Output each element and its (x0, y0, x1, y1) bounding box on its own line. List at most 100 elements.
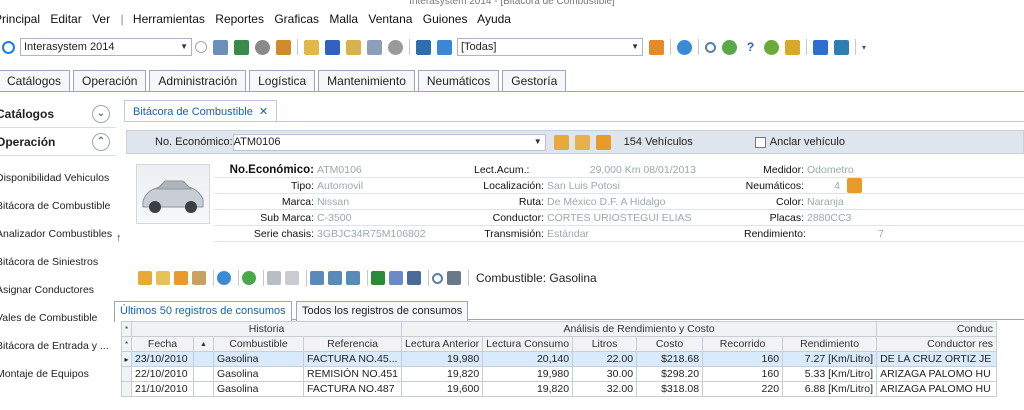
settings-icon[interactable] (388, 39, 403, 55)
cell-conductor[interactable]: ARIZAGA PALOMO HU (876, 366, 998, 382)
doc-tab-bitacora[interactable]: Bitácora de Combustible ✕ (124, 100, 278, 122)
delete-record-icon[interactable] (192, 271, 206, 285)
edit-record-icon[interactable] (156, 271, 170, 285)
menu-malla[interactable]: Malla (329, 12, 358, 26)
close-icon[interactable]: ✕ (259, 106, 268, 118)
col-combustible[interactable]: Combustible (213, 336, 304, 352)
flag-icon[interactable] (785, 39, 800, 55)
col-lectura-anterior[interactable]: Lectura Anterior (401, 336, 484, 352)
search-icon[interactable] (432, 272, 443, 284)
image-icon[interactable] (234, 39, 249, 55)
panel-icon[interactable] (416, 39, 431, 55)
refresh-icon[interactable] (242, 271, 256, 285)
calendar-icon[interactable] (325, 39, 340, 55)
menu-herramientas[interactable]: Herramientas (133, 12, 205, 26)
sort-up-icon[interactable]: ▲ (193, 336, 214, 352)
table-row[interactable]: 21/10/2010 Gasolina FACTURA NO.487 19,60… (121, 381, 998, 397)
sidebar-item-vales[interactable]: Vales de Combustible (0, 304, 116, 332)
col-fecha[interactable]: Fecha (131, 336, 194, 352)
globe-icon[interactable] (677, 39, 692, 55)
col-referencia[interactable]: Referencia (302, 336, 403, 352)
tab-gestoria[interactable]: Gestoría (502, 70, 567, 91)
menu-guiones[interactable]: Guiones (423, 12, 468, 26)
document-icon[interactable] (267, 271, 281, 285)
menu-reportes[interactable]: Reportes (215, 12, 264, 26)
cell-referencia[interactable]: FACTURA NO.487 (302, 381, 403, 397)
cell-lectura-consumo[interactable]: 19,980 (482, 366, 574, 382)
add-record-icon[interactable] (138, 271, 152, 285)
col-rendimiento[interactable]: Rendimiento (782, 336, 878, 352)
clock-icon[interactable] (2, 40, 15, 54)
users-icon[interactable] (276, 39, 291, 55)
tree-icon[interactable] (310, 271, 324, 285)
col-litros[interactable]: Litros (572, 336, 638, 352)
cell-litros[interactable]: 32.00 (572, 381, 638, 397)
note-icon[interactable] (304, 39, 319, 55)
sidebar-header-catalogos[interactable]: Catálogos ⌄ (0, 100, 116, 128)
print-icon[interactable] (447, 271, 461, 285)
home-icon[interactable] (649, 39, 664, 55)
globe-icon[interactable] (217, 271, 231, 285)
sidebar-item-montaje[interactable]: Montaje de Equipos (0, 360, 116, 388)
cell-rendimiento[interactable]: 5.33 [Km/Litro] (782, 366, 878, 382)
cell-fecha[interactable]: 23/10/2010 (131, 351, 194, 367)
cell-recorrido[interactable]: 160 (702, 351, 784, 367)
database-icon[interactable] (595, 134, 611, 150)
excel-icon[interactable] (371, 271, 385, 285)
bug-icon[interactable] (764, 39, 779, 55)
cell-recorrido[interactable]: 220 (702, 381, 784, 397)
cell-combustible[interactable]: Gasolina (213, 366, 304, 382)
database-icon[interactable] (174, 271, 188, 285)
cell-combustible[interactable]: Gasolina (213, 381, 304, 397)
cell-referencia[interactable]: FACTURA NO.45... (302, 351, 403, 367)
refresh-icon[interactable] (195, 41, 207, 53)
chat-icon[interactable] (813, 39, 828, 55)
cell-conductor[interactable]: DE LA CRUZ ORTIZ JE (876, 351, 998, 367)
cell-lectura-anterior[interactable]: 19,820 (401, 366, 484, 382)
menu-editar[interactable]: Editar (50, 12, 81, 26)
cell-rendimiento[interactable]: 7.27 [Km/Litro] (782, 351, 878, 367)
filter-select[interactable]: [Todas] ▼ (457, 38, 643, 56)
cell-litros[interactable]: 30.00 (572, 366, 638, 382)
cell-costo[interactable]: $218.68 (636, 351, 704, 367)
vehicle-select[interactable]: ATM0106 ▼ (232, 133, 546, 151)
tree-collapse-icon[interactable] (346, 271, 360, 285)
window-icon[interactable] (213, 39, 228, 55)
sidebar-item-siniestros[interactable]: Bitácora de Siniestros (0, 248, 116, 276)
cell-combustible[interactable]: Gasolina (213, 351, 304, 367)
cell-conductor[interactable]: ARIZAGA PALOMO HU (876, 381, 998, 397)
report-icon[interactable] (346, 39, 361, 55)
menu-graficas[interactable]: Graficas (274, 12, 319, 26)
cell-lectura-consumo[interactable]: 19,820 (482, 381, 574, 397)
cell-recorrido[interactable]: 160 (702, 366, 784, 382)
sidebar-item-bitacora-combustible[interactable]: Bitácora de Combustible (0, 192, 116, 220)
toolbar-overflow-icon[interactable]: ▾ (862, 43, 866, 52)
sidebar-item-disponibilidad[interactable]: Disponibilidad Vehiculos (0, 164, 116, 192)
tab-operacion[interactable]: Operación (73, 70, 147, 91)
sidebar-item-analizador[interactable]: Analizador Combustibles (0, 220, 116, 248)
sidebar-item-asignar[interactable]: Asignar Conductores (0, 276, 116, 304)
attachment-icon[interactable] (285, 271, 299, 285)
search-vehicle-icon[interactable] (574, 134, 590, 150)
company-select[interactable]: Interasystem 2014 ▼ (20, 38, 192, 56)
tab-logistica[interactable]: Logística (249, 70, 316, 91)
cell-costo[interactable]: $318.08 (636, 381, 704, 397)
col-lectura-consumo[interactable]: Lectura Consumo (482, 336, 574, 352)
tire-db-icon[interactable] (847, 178, 862, 193)
table-row[interactable]: 22/10/2010 Gasolina REMISIÓN NO.451 19,8… (121, 366, 998, 382)
cell-rendimiento[interactable]: 6.88 [Km/Litro] (782, 381, 878, 397)
chevron-up-circle-icon[interactable]: ⌃ (92, 133, 110, 151)
search-icon[interactable] (705, 41, 716, 53)
calendar-icon[interactable] (407, 271, 421, 285)
sidebar-header-operacion[interactable]: Operación ⌃ (0, 128, 116, 156)
sidebar-item-bitacora-entrada[interactable]: Bitácora de Entrada y ... (0, 332, 116, 360)
cell-lectura-anterior[interactable]: 19,980 (401, 351, 484, 367)
menu-principal[interactable]: Principal (0, 12, 40, 26)
exit-icon[interactable] (834, 39, 849, 55)
menu-ayuda[interactable]: Ayuda (477, 12, 511, 26)
col-recorrido[interactable]: Recorrido (702, 336, 784, 352)
menu-ventana[interactable]: Ventana (368, 12, 412, 26)
tools-icon[interactable] (722, 39, 737, 55)
cell-referencia[interactable]: REMISIÓN NO.451 (302, 366, 403, 382)
table-row[interactable]: ▸ 23/10/2010 Gasolina FACTURA NO.45... 1… (121, 351, 998, 367)
